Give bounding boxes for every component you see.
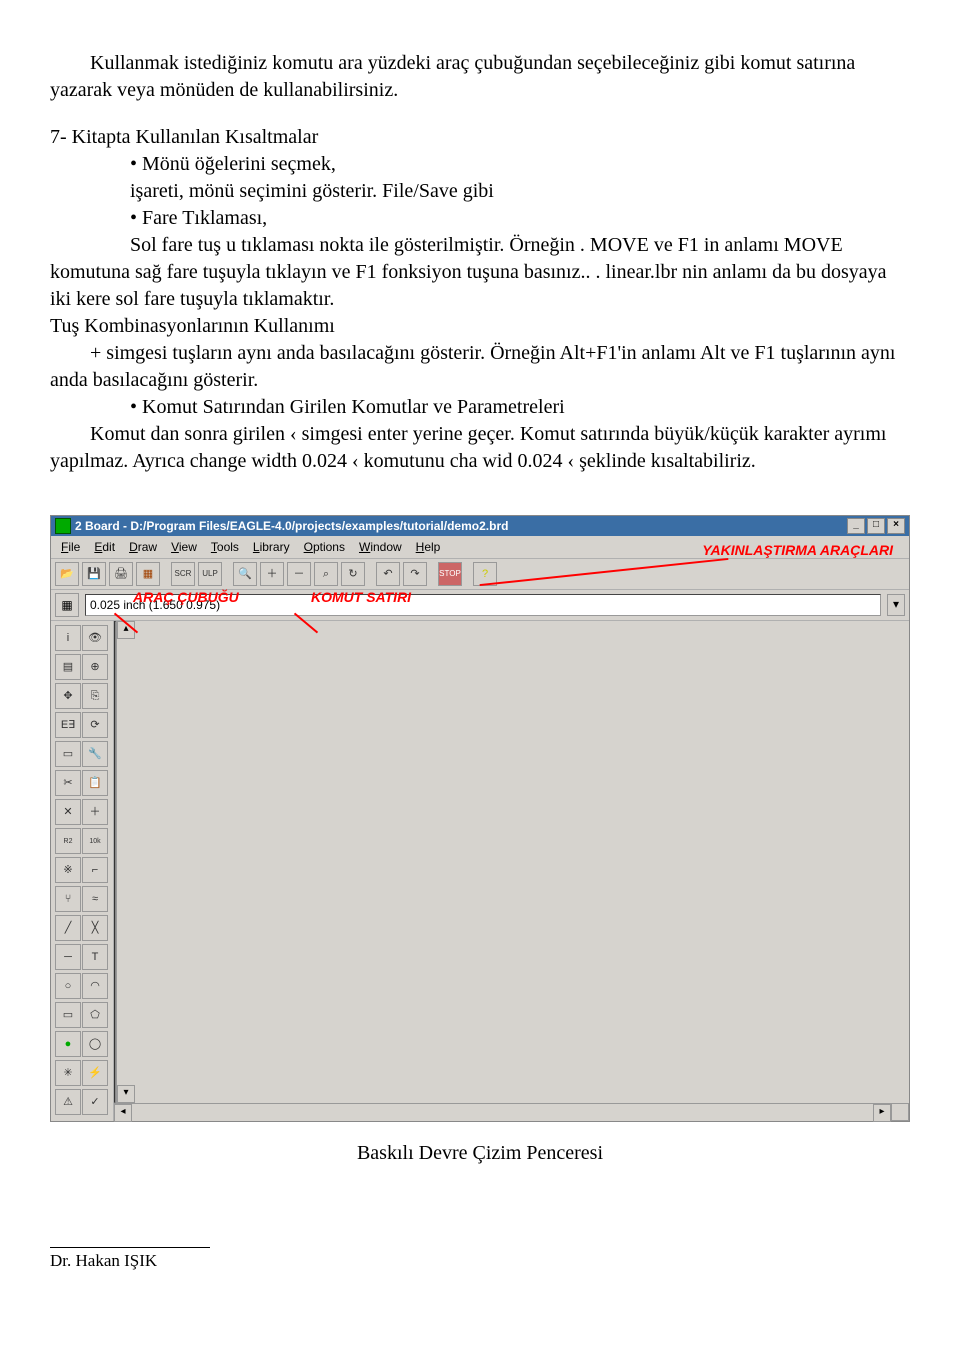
- scroll-right-button[interactable]: ▸: [873, 1104, 891, 1122]
- menu-window[interactable]: Window: [353, 538, 408, 556]
- name-tool[interactable]: R2: [55, 828, 81, 854]
- text-tool[interactable]: T: [82, 944, 108, 970]
- param-row: ▦ 0.025 inch (1.650 0.975) ▾ ARAÇ ÇUBUĞU…: [51, 590, 909, 621]
- menu-help[interactable]: Help: [410, 538, 447, 556]
- vertical-scrollbar[interactable]: ▴ ▾: [116, 621, 133, 1103]
- horizontal-scrollbar[interactable]: ◂ ▸: [114, 1103, 891, 1120]
- cam-button[interactable]: ▦: [136, 562, 160, 586]
- circle-tool[interactable]: ○: [55, 973, 81, 999]
- annot-zoom-tools: YAKINLAŞTIRMA ARAÇLARI: [696, 540, 899, 561]
- info-tool[interactable]: i: [55, 625, 81, 651]
- app-icon: [55, 518, 71, 534]
- bullet-cmdline: Komut Satırından Girilen Komutlar ve Par…: [130, 394, 910, 421]
- rect-tool[interactable]: ▭: [55, 1002, 81, 1028]
- bullet-menu: Mönü öğelerini seçmek,: [130, 151, 910, 178]
- undo-button[interactable]: ↶: [376, 562, 400, 586]
- close-button[interactable]: ×: [887, 518, 905, 534]
- move-tool[interactable]: ✥: [55, 683, 81, 709]
- para-intro: Kullanmak istediğiniz komutu ara yüzdeki…: [50, 50, 910, 104]
- auto-tool[interactable]: ⚡: [82, 1060, 108, 1086]
- cut-tool[interactable]: ✂: [55, 770, 81, 796]
- route-tool[interactable]: ╱: [55, 915, 81, 941]
- scroll-left-button[interactable]: ◂: [114, 1104, 132, 1122]
- figure-caption: Baskılı Devre Çizim Penceresi: [50, 1140, 910, 1167]
- display-tool[interactable]: ▤: [55, 654, 81, 680]
- hole-tool[interactable]: ◯: [82, 1031, 108, 1057]
- window-title: 2 Board - D:/Program Files/EAGLE-4.0/pro…: [75, 518, 508, 534]
- para-keycombo: Tuş Kombinasyonlarının Kullanımı: [50, 313, 910, 340]
- pcb-canvas[interactable]: IC1 18 1 10 9 +: [114, 621, 116, 1103]
- menu-draw[interactable]: Draw: [123, 538, 163, 556]
- wire-tool[interactable]: ─: [55, 944, 81, 970]
- arc-tool[interactable]: ◠: [82, 973, 108, 999]
- bullet-mouse-cont: Sol fare tuş u tıklaması nokta ile göste…: [130, 232, 910, 259]
- zoom-window-button[interactable]: ⌕: [314, 562, 338, 586]
- drc-tool[interactable]: ✓: [82, 1089, 108, 1115]
- bullet-menu-cont: işareti, mönü seçimini gösterir. File/Sa…: [130, 178, 910, 205]
- menu-library[interactable]: Library: [247, 538, 296, 556]
- annot-toolbar: ARAÇ ÇUBUĞU: [133, 588, 239, 607]
- optimize-tool[interactable]: ≈: [82, 886, 108, 912]
- para-enter: Komut dan sonra girilen ‹ simgesi enter …: [50, 421, 910, 475]
- eagle-window: 2 Board - D:/Program Files/EAGLE-4.0/pro…: [50, 515, 910, 1122]
- scroll-down-button[interactable]: ▾: [117, 1085, 135, 1103]
- redraw-button[interactable]: ↻: [341, 562, 365, 586]
- grid-button[interactable]: ▦: [55, 593, 79, 617]
- page-footer: Dr. Hakan IŞIK: [50, 1247, 210, 1273]
- menu-view[interactable]: View: [165, 538, 203, 556]
- add-tool[interactable]: ＋: [82, 799, 108, 825]
- workspace: i 👁 ▤ ⊕ ✥ ⎘ E∃ ⟳ ▭ 🔧 ✂ 📋 ✕ ＋ R2 10k ※ ⌐ …: [51, 621, 909, 1121]
- poly-tool[interactable]: ⬠: [82, 1002, 108, 1028]
- zoom-fit-button[interactable]: 🔍: [233, 562, 257, 586]
- show-tool[interactable]: 👁: [82, 625, 108, 651]
- scr-button[interactable]: SCR: [171, 562, 195, 586]
- para-move-cont: komutuna sağ fare tuşuyla tıklayın ve F1…: [50, 259, 910, 313]
- scroll-corner: [891, 1103, 909, 1121]
- value-tool[interactable]: 10k: [82, 828, 108, 854]
- mark-tool[interactable]: ⊕: [82, 654, 108, 680]
- miter-tool[interactable]: ⌐: [82, 857, 108, 883]
- ratsnest-tool[interactable]: ✳: [55, 1060, 81, 1086]
- change-tool[interactable]: 🔧: [82, 741, 108, 767]
- titlebar[interactable]: 2 Board - D:/Program Files/EAGLE-4.0/pro…: [51, 516, 909, 536]
- mirror-tool[interactable]: E∃: [55, 712, 81, 738]
- zoom-out-button[interactable]: －: [287, 562, 311, 586]
- stop-button[interactable]: STOP: [438, 562, 462, 586]
- rotate-tool[interactable]: ⟳: [82, 712, 108, 738]
- tool-palette: i 👁 ▤ ⊕ ✥ ⎘ E∃ ⟳ ▭ 🔧 ✂ 📋 ✕ ＋ R2 10k ※ ⌐ …: [51, 621, 114, 1121]
- minimize-button[interactable]: _: [847, 518, 865, 534]
- save-button[interactable]: 💾: [82, 562, 106, 586]
- menu-tools[interactable]: Tools: [205, 538, 245, 556]
- coord-dropdown[interactable]: ▾: [887, 594, 905, 616]
- maximize-button[interactable]: □: [867, 518, 885, 534]
- heading-abbrev: 7- Kitapta Kullanılan Kısaltmalar: [50, 124, 910, 151]
- redo-button[interactable]: ↷: [403, 562, 427, 586]
- ripup-tool[interactable]: ╳: [82, 915, 108, 941]
- group-tool[interactable]: ▭: [55, 741, 81, 767]
- main-toolbar: 📂 💾 🖨 ▦ SCR ULP 🔍 ＋ － ⌕ ↻ ↶ ↷ STOP ?: [51, 559, 909, 590]
- para-plus: + simgesi tuşların aynı anda basılacağın…: [50, 340, 910, 394]
- copy-tool[interactable]: ⎘: [82, 683, 108, 709]
- zoom-in-button[interactable]: ＋: [260, 562, 284, 586]
- open-button[interactable]: 📂: [55, 562, 79, 586]
- menu-edit[interactable]: Edit: [88, 538, 121, 556]
- menu-options[interactable]: Options: [298, 538, 351, 556]
- smash-tool[interactable]: ※: [55, 857, 81, 883]
- split-tool[interactable]: ⑂: [55, 886, 81, 912]
- ulp-button[interactable]: ULP: [198, 562, 222, 586]
- erc-tool[interactable]: ⚠: [55, 1089, 81, 1115]
- bullet-mouse: Fare Tıklaması,: [130, 205, 910, 232]
- print-button[interactable]: 🖨: [109, 562, 133, 586]
- menu-file[interactable]: File: [55, 538, 86, 556]
- paste-tool[interactable]: 📋: [82, 770, 108, 796]
- menubar: File Edit Draw View Tools Library Option…: [51, 536, 909, 559]
- delete-tool[interactable]: ✕: [55, 799, 81, 825]
- annot-cmdline: KOMUT SATIRI: [311, 588, 411, 607]
- via-tool[interactable]: ●: [55, 1031, 81, 1057]
